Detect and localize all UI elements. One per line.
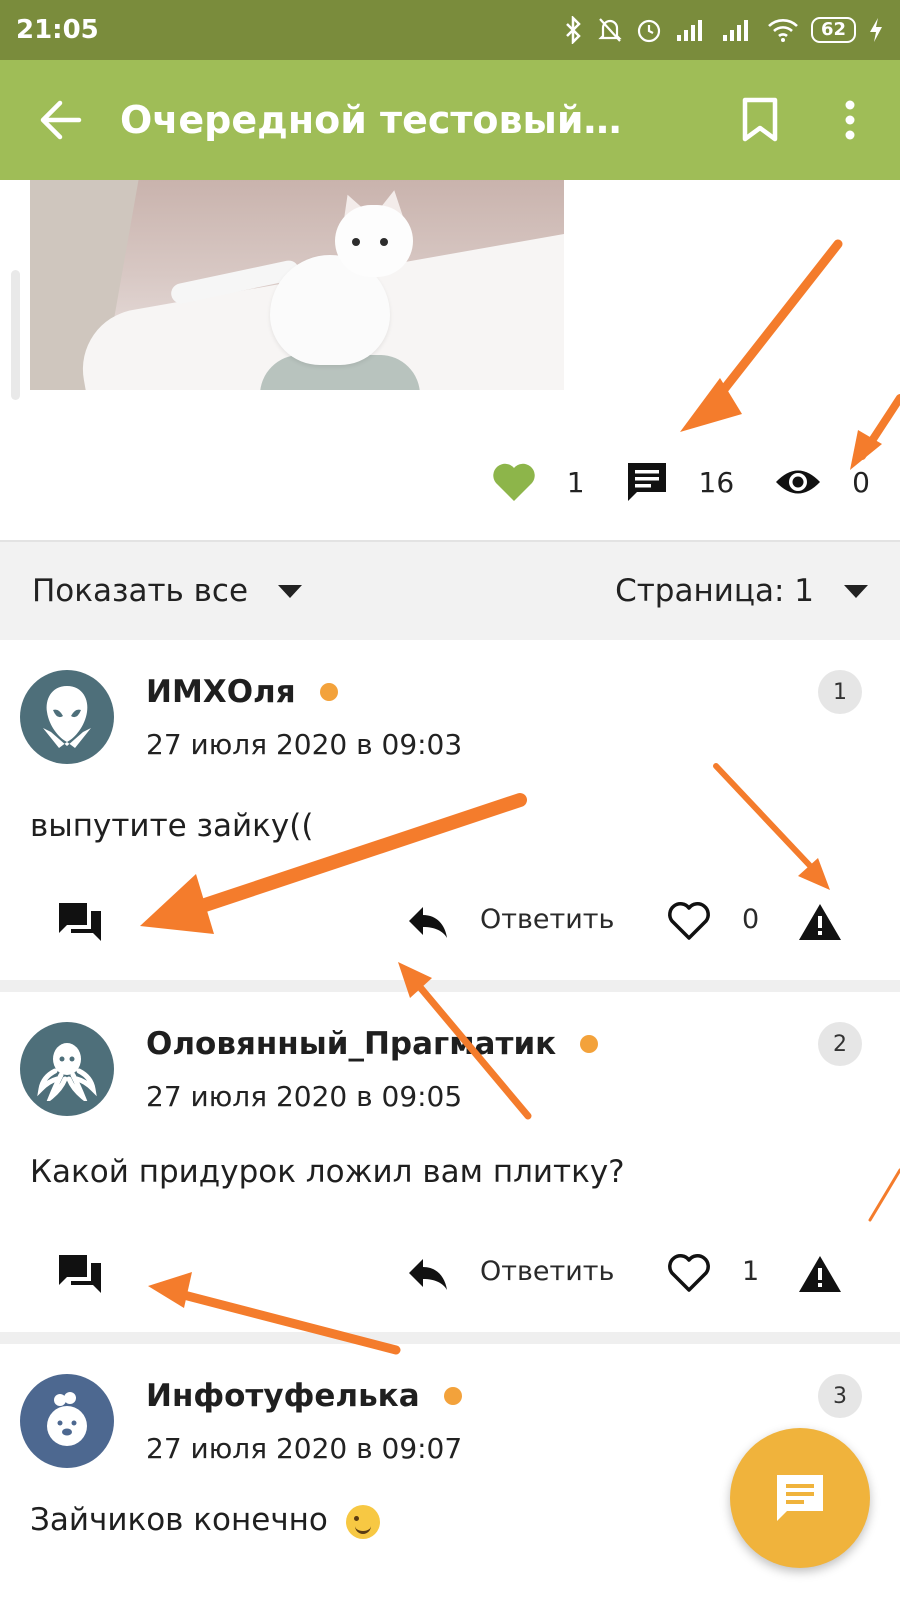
page-dropdown[interactable]: Страница: 1 — [615, 573, 868, 609]
reply-button[interactable] — [400, 1246, 456, 1302]
report-button[interactable] — [792, 1246, 848, 1302]
comment-icon[interactable] — [625, 460, 669, 504]
likes-count: 1 — [566, 465, 585, 499]
page-title: Очередной тестовый… — [120, 98, 622, 142]
status-icons: 62 — [563, 16, 884, 44]
page-label: Страница: 1 — [615, 573, 814, 609]
comment-actions: Ответить 1 — [0, 1234, 900, 1314]
avatar[interactable] — [20, 1022, 114, 1116]
back-button[interactable] — [0, 60, 120, 180]
scroll-indicator[interactable] — [11, 270, 20, 400]
comment-text: выпутите зайку(( — [30, 808, 314, 844]
like-button[interactable] — [664, 896, 714, 946]
back-arrow-icon — [40, 100, 82, 140]
post-stats: 1 16 0 — [491, 450, 870, 514]
chevron-down-icon — [844, 584, 868, 598]
mute-icon — [598, 18, 622, 42]
alien-avatar-icon — [43, 686, 91, 748]
bookmark-button[interactable] — [720, 60, 800, 180]
comment-date: 27 июля 2020 в 09:07 — [146, 1432, 463, 1465]
comment-card: Оловянный_Прагматик 27 июля 2020 в 09:05… — [0, 992, 900, 1332]
battery-icon: 62 — [810, 17, 856, 43]
status-time: 21:05 — [16, 15, 99, 45]
post-image[interactable] — [30, 180, 564, 390]
author-row: ИМХОля — [146, 674, 338, 710]
comment-divider — [0, 980, 900, 992]
annotation-arrow — [680, 239, 843, 432]
comment-divider — [0, 1332, 900, 1344]
comment-date: 27 июля 2020 в 09:03 — [146, 728, 463, 761]
show-filter-dropdown[interactable]: Показать все — [32, 573, 303, 609]
author-row: Инфотуфелька — [146, 1378, 462, 1414]
heart-filled-icon[interactable] — [491, 461, 537, 503]
replies-button[interactable] — [50, 1244, 110, 1304]
eye-icon — [774, 465, 822, 499]
author-name[interactable]: Оловянный_Прагматик — [146, 1026, 556, 1062]
filter-bar: Показать все Страница: 1 — [0, 540, 900, 640]
online-status-dot — [443, 1387, 462, 1405]
author-name[interactable]: ИМХОля — [146, 674, 296, 710]
comment-text: Какой придурок ложил вам плитку? — [30, 1154, 625, 1190]
warning-icon — [799, 1256, 841, 1292]
online-status-dot — [580, 1035, 599, 1053]
like-count: 0 — [742, 904, 760, 935]
comment-number-badge: 2 — [818, 1022, 862, 1066]
replies-button[interactable] — [50, 892, 110, 952]
cat-eye — [380, 238, 388, 246]
chevron-down-icon — [278, 584, 303, 598]
octopus-avatar-icon — [37, 1043, 97, 1101]
comment-actions: Ответить 0 — [0, 882, 900, 962]
wifi-icon — [768, 19, 798, 42]
heart-outline-icon — [668, 902, 710, 940]
cat-head — [335, 205, 413, 277]
online-status-dot — [319, 683, 338, 701]
forum-icon — [59, 1255, 101, 1293]
comments-count: 16 — [698, 465, 735, 499]
charging-icon — [870, 18, 882, 42]
more-options-button[interactable] — [800, 60, 900, 180]
reply-icon — [409, 1259, 447, 1290]
wink-emoji-icon — [345, 1504, 380, 1539]
author-name[interactable]: Инфотуфелька — [146, 1378, 420, 1414]
chicken-avatar-icon — [47, 1392, 87, 1446]
more-vert-icon — [845, 100, 855, 140]
reply-icon — [409, 907, 447, 938]
comment-icon — [777, 1475, 823, 1521]
avatar[interactable] — [20, 1374, 114, 1468]
alarm-icon — [637, 19, 661, 43]
status-bar: 21:05 62 — [0, 0, 900, 60]
comment-text: Зайчиков конечно — [30, 1502, 328, 1538]
report-button[interactable] — [792, 894, 848, 950]
comment-number-badge: 3 — [818, 1374, 862, 1418]
reply-label[interactable]: Ответить — [480, 904, 614, 935]
bluetooth-icon — [566, 16, 581, 44]
cat-eye — [352, 238, 360, 246]
reply-button[interactable] — [400, 894, 456, 950]
app-bar: Очередной тестовый… — [0, 60, 900, 180]
bookmark-icon — [742, 97, 778, 142]
signal-icon — [676, 20, 702, 41]
like-button[interactable] — [664, 1248, 714, 1298]
comment-card: ИМХОля 27 июля 2020 в 09:03 1 выпутите з… — [0, 640, 900, 980]
forum-icon — [59, 903, 101, 941]
new-comment-fab[interactable] — [730, 1428, 870, 1568]
show-filter-label: Показать все — [32, 573, 249, 609]
signal-icon — [722, 20, 748, 41]
heart-outline-icon — [668, 1254, 710, 1292]
author-row: Оловянный_Прагматик — [146, 1026, 599, 1062]
views-count: 0 — [852, 465, 870, 499]
like-count: 1 — [742, 1256, 760, 1287]
comment-text-row: Зайчиков конечно — [30, 1502, 380, 1539]
reply-label[interactable]: Ответить — [480, 1256, 614, 1287]
comment-date: 27 июля 2020 в 09:05 — [146, 1080, 463, 1113]
comment-number-badge: 1 — [818, 670, 862, 714]
avatar[interactable] — [20, 670, 114, 764]
warning-icon — [799, 904, 841, 940]
